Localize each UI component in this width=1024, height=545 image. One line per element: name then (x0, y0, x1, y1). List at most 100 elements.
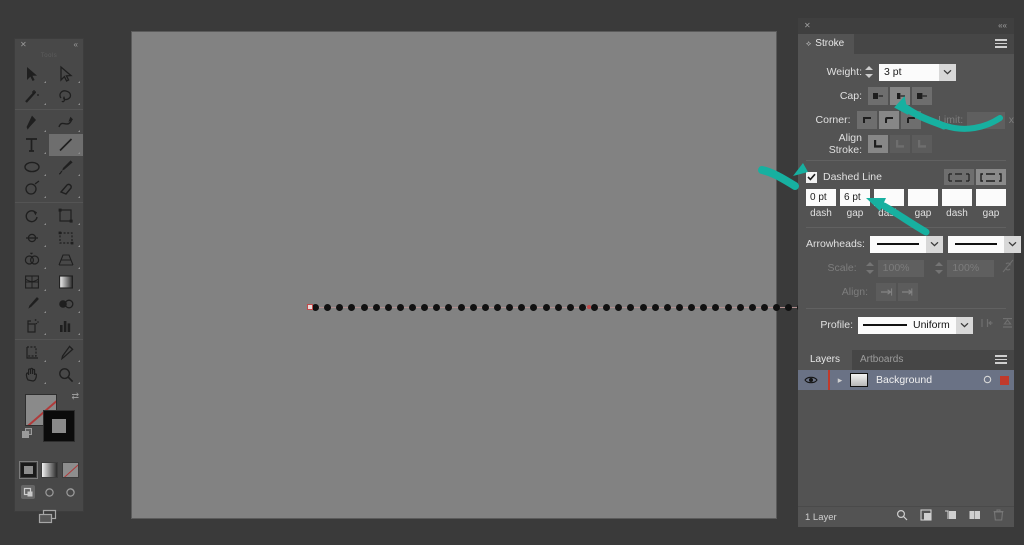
layer-visibility-toggle[interactable] (798, 375, 824, 385)
place-arrow-tip-at-end-button[interactable] (898, 283, 918, 301)
right-panel-dock[interactable]: ✕ «« ⟡ Stroke Weight: 3 pt Cap: Corner: … (798, 18, 1021, 527)
align-stroke-row[interactable]: Align Stroke: (798, 132, 1014, 156)
swap-fill-stroke-icon[interactable]: ⇄ (71, 392, 79, 401)
dashes-adjust-to-corners-button[interactable] (976, 169, 1006, 185)
color-mode-button[interactable] (18, 461, 38, 479)
chevron-down-icon[interactable] (1003, 235, 1021, 253)
scale-end-value[interactable]: 100% (947, 259, 994, 277)
dotted-line-artwork[interactable] (307, 304, 865, 311)
line-segment-tool[interactable] (49, 134, 83, 156)
dash-gap-field[interactable] (976, 189, 1006, 206)
profile-row[interactable]: Profile: Uniform (798, 313, 1014, 337)
layer-expand-chevron[interactable]: ▸ (830, 375, 850, 386)
scale-start-value[interactable]: 100% (877, 259, 925, 277)
tools-panel[interactable]: ✕ « Tools ⇄ (14, 38, 84, 524)
stroke-panel[interactable]: ⟡ Stroke Weight: 3 pt Cap: Corner: Limit… (798, 34, 1021, 352)
curvature-tool[interactable] (49, 112, 83, 134)
miter-join-button[interactable] (856, 111, 877, 129)
scale-end-stepper[interactable] (934, 261, 944, 275)
paint-mode-row[interactable] (15, 461, 83, 479)
draw-inside-button[interactable] (63, 485, 77, 499)
align-inside-button[interactable] (890, 135, 910, 153)
bevel-join-button[interactable] (900, 111, 921, 129)
dash-cell-3[interactable]: gap (908, 189, 938, 219)
eraser-tool[interactable] (49, 178, 83, 200)
gradient-mode-button[interactable] (40, 462, 58, 478)
stroke-weight-row[interactable]: Weight: 3 pt (798, 60, 1014, 84)
arrowhead-scale-row[interactable]: Scale: 100% 100% (798, 256, 1014, 280)
flip-across-icon[interactable] (1001, 316, 1014, 334)
zoom-tool[interactable] (49, 364, 83, 386)
butt-cap-button[interactable] (868, 87, 888, 105)
shape-builder-tool[interactable] (15, 249, 49, 271)
document-canvas[interactable] (131, 31, 865, 519)
column-graph-tool[interactable] (49, 315, 83, 337)
slice-tool[interactable] (49, 342, 83, 364)
direct-selection-tool[interactable] (49, 63, 83, 85)
locate-object-icon[interactable] (896, 508, 908, 526)
dashed-line-checkbox[interactable] (806, 171, 817, 183)
arrowheads-row[interactable]: Arrowheads: (798, 232, 1021, 256)
symbol-sprayer-tool[interactable] (15, 315, 49, 337)
layer-target-indicator[interactable] (983, 371, 992, 389)
fill-stroke-block[interactable]: ⇄ (15, 390, 83, 460)
close-icon[interactable]: ✕ (20, 40, 27, 50)
corner-buttons[interactable] (856, 111, 921, 129)
layers-panel-tabs[interactable]: Layers Artboards (798, 350, 1014, 370)
blend-tool[interactable] (49, 293, 83, 315)
dash-gap-field[interactable]: 6 pt (840, 189, 870, 206)
gradient-tool[interactable] (49, 271, 83, 293)
tab-layers[interactable]: Layers (798, 350, 853, 370)
collapse-icon[interactable]: « (74, 40, 78, 50)
perspective-grid-tool[interactable] (49, 249, 83, 271)
dash-input-2[interactable] (874, 189, 904, 206)
link-scales-icon[interactable] (1002, 259, 1014, 278)
dash-input-0[interactable]: 0 pt (806, 189, 836, 206)
draw-normal-button[interactable] (21, 485, 35, 499)
dash-cell-2[interactable]: dash (874, 189, 904, 219)
arrowhead-align-row[interactable]: Align: (798, 280, 1014, 304)
weight-value[interactable]: 3 pt (879, 63, 939, 81)
layers-panel[interactable]: Layers Artboards ▸ Background 1 Layer (798, 350, 1014, 527)
limit-value[interactable] (967, 111, 1005, 129)
layer-row-background[interactable]: ▸ Background (798, 370, 1014, 390)
layer-selection-square[interactable] (1000, 375, 1009, 385)
none-mode-button[interactable] (61, 462, 79, 478)
type-tool[interactable] (15, 134, 49, 156)
scale-tool[interactable] (49, 205, 83, 227)
mesh-tool[interactable] (15, 271, 49, 293)
cap-buttons[interactable] (868, 87, 932, 105)
paintbrush-tool[interactable] (49, 156, 83, 178)
stroke-corner-row[interactable]: Corner: Limit: x (798, 108, 1014, 132)
dash-gap-field[interactable] (908, 189, 938, 206)
pen-tool[interactable] (15, 112, 49, 134)
width-tool[interactable] (15, 227, 49, 249)
stroke-cap-row[interactable]: Cap: (798, 84, 1014, 108)
stroke-swatch[interactable] (43, 410, 75, 442)
projecting-cap-button[interactable] (912, 87, 932, 105)
anchor-point-start[interactable] (307, 304, 313, 310)
layer-name[interactable]: Background (876, 374, 932, 386)
chevron-down-icon[interactable] (925, 235, 943, 253)
dashed-line-row[interactable]: Dashed Line (798, 165, 1014, 189)
magic-wand-tool[interactable] (15, 85, 49, 107)
rotate-tool[interactable] (15, 205, 49, 227)
lasso-tool[interactable] (49, 85, 83, 107)
dash-cell-1[interactable]: 6 pt gap (840, 189, 870, 219)
dash-cell-0[interactable]: 0 pt dash (806, 189, 836, 219)
dash-pattern-fields[interactable]: 0 pt dash 6 pt gap dash gap dash gap (798, 189, 1014, 219)
profile-preview[interactable]: Uniform (858, 316, 956, 334)
arrowhead-align-buttons[interactable] (876, 283, 918, 301)
extend-arrow-tip-beyond-end-button[interactable] (876, 283, 896, 301)
artboard-tool[interactable] (15, 342, 49, 364)
arrowhead-start-preview[interactable] (869, 235, 926, 253)
ellipse-tool[interactable] (15, 156, 49, 178)
shaper-tool[interactable] (15, 178, 49, 200)
align-center-button[interactable] (868, 135, 888, 153)
make-clipping-mask-icon[interactable] (920, 508, 932, 526)
create-new-sublayer-icon[interactable] (944, 508, 957, 526)
dashes-preserve-exact-lengths-button[interactable] (944, 169, 974, 185)
tool-grid[interactable] (15, 63, 83, 386)
hand-tool[interactable] (15, 364, 49, 386)
tab-artboards[interactable]: Artboards (848, 350, 915, 370)
